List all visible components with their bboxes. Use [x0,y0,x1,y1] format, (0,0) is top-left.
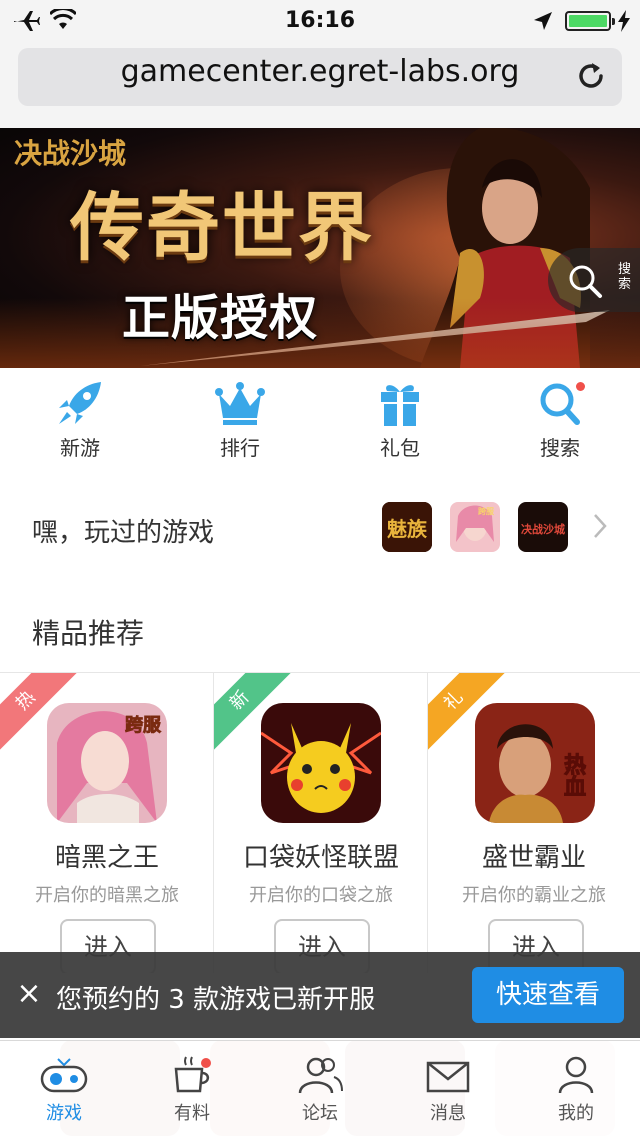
recent-game-thumb[interactable]: 跨服 [450,502,500,552]
game-icon[interactable]: 跨服 [47,703,167,823]
status-bar: 16:16 [0,0,640,40]
banner-search-label: 搜索 [618,262,632,292]
toast-message: 您预约的 3 款游戏已新开服 [56,985,376,1015]
recent-games-label: 嘿，玩过的游戏 [32,518,215,548]
browser-address-bar: gamecenter.egret-labs.org [0,40,640,128]
coffee-cup-icon [174,1056,211,1093]
banner-search-button[interactable]: 搜索 [548,248,640,312]
recent-games-row[interactable]: 嘿，玩过的游戏 魅族 跨服 决战沙城 [0,490,640,570]
quick-nav-new-games[interactable]: 新游 [20,380,140,470]
quick-nav-ranking[interactable]: 排行 [180,380,300,470]
tab-messages[interactable]: 消息 [384,1041,512,1137]
game-name: 口袋妖怪联盟 [242,843,399,873]
game-name: 暗黑之王 [54,843,159,873]
game-icon[interactable] [261,703,381,823]
game-card[interactable]: 热 跨服 暗黑之王 开启你的暗黑之旅 进入 [0,673,214,973]
location-arrow-icon [534,12,552,30]
game-card[interactable]: 礼 热血 盛世霸业 开启你的霸业之旅 进入 [428,673,640,973]
users-icon [298,1057,343,1094]
banner-game-logo: 决战沙城 [14,137,127,170]
tab-label: 我的 [558,1103,594,1124]
mail-icon [426,1061,470,1093]
quick-nav-label: 排行 [220,436,260,460]
recent-game-thumb[interactable]: 魅族 [382,502,432,552]
quick-nav-label: 礼包 [380,436,420,460]
game-icon[interactable]: 热血 [475,703,595,823]
game-icon-badge: 跨服 [125,715,162,736]
quick-nav-gift[interactable]: 礼包 [340,380,460,470]
tab-label: 论坛 [302,1103,338,1124]
featured-games-grid: 热 跨服 暗黑之王 开启你的暗黑之旅 进入 新 口袋妖怪联盟 开启你的口袋之旅 … [0,672,640,973]
tab-games[interactable]: 游戏 [0,1041,128,1137]
quick-nav-label: 新游 [60,436,100,460]
url-text[interactable]: gamecenter.egret-labs.org [0,54,640,89]
chevron-right-icon [594,514,607,538]
close-icon[interactable]: × [14,976,44,1012]
game-icon-badge: 热血 [560,752,586,797]
crown-icon [215,382,265,425]
quick-view-button[interactable]: 快速查看 [472,967,624,1023]
rocket-icon [59,382,101,424]
game-thumb-art: 魅族 [382,502,432,552]
tab-label: 消息 [430,1103,466,1124]
game-desc: 开启你的口袋之旅 [249,885,393,906]
recent-game-name: 决战沙城 [521,522,565,536]
recent-game-thumb[interactable]: 决战沙城 [518,502,568,552]
game-thumb-art: 跨服 [450,502,500,552]
game-icon-art: 热血 [475,703,595,823]
tab-label: 游戏 [46,1103,82,1124]
battery-icon [565,11,615,31]
notification-toast: × 您预约的 3 款游戏已新开服 快速查看 [0,952,640,1038]
charging-bolt-icon [618,10,630,32]
game-icon-art: 跨服 [47,703,167,823]
quick-nav-label: 搜索 [540,436,580,460]
game-icon-art [261,703,381,823]
banner-title: 传奇世界 [70,185,374,271]
tab-forum[interactable]: 论坛 [256,1041,384,1137]
tab-feed[interactable]: 有料 [128,1041,256,1137]
tab-label: 有料 [174,1103,210,1124]
game-thumb-art: 决战沙城 [518,502,568,552]
game-name: 盛世霸业 [481,843,586,873]
search-icon [569,265,602,298]
promo-banner[interactable]: 决战沙城 传奇世界 正版授权 [0,128,640,368]
section-title: 精品推荐 [32,617,145,650]
banner-subtitle: 正版授权 [122,290,319,346]
gamepad-icon [40,1058,88,1093]
recent-game-name: 魅族 [387,517,428,541]
banner-flames [0,298,640,368]
recent-game-name: 跨服 [478,506,495,516]
tab-profile[interactable]: 我的 [512,1041,640,1137]
reload-icon[interactable] [575,60,607,92]
game-desc: 开启你的霸业之旅 [462,885,606,906]
quick-nav-search[interactable]: 搜索 [500,380,620,470]
notification-dot [576,382,585,391]
bottom-tab-bar: 游戏 有料 论坛 消息 我的 [0,1040,640,1136]
gift-icon [381,385,419,426]
profile-icon [558,1056,594,1094]
game-desc: 开启你的暗黑之旅 [35,885,179,906]
game-card[interactable]: 新 口袋妖怪联盟 开启你的口袋之旅 进入 [214,673,428,973]
